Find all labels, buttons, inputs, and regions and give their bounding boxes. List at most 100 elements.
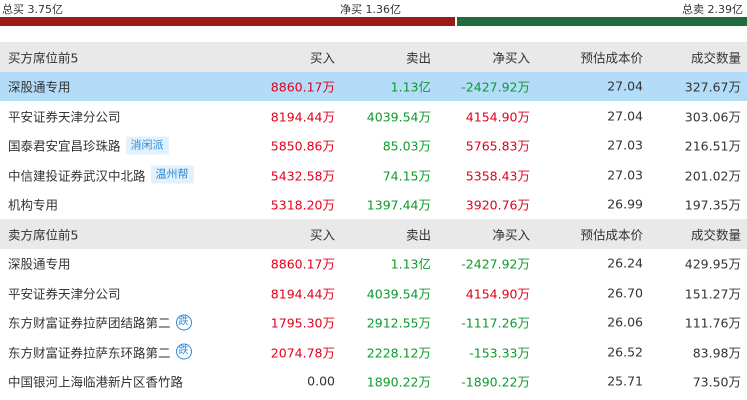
net-cell: -1117.26万 <box>461 315 530 331</box>
cost-cell: 27.04 <box>607 78 643 94</box>
buy-header-net[interactable]: 净买入 <box>492 47 530 66</box>
net-cell: -2427.92万 <box>461 79 530 95</box>
buy-cell: 2074.78万 <box>270 345 335 361</box>
vol-cell: 201.02万 <box>684 168 741 184</box>
table-row[interactable]: 中国银河上海临港新片区香竹路 0.00 1890.22万 -1890.22万 25.71… <box>0 367 747 397</box>
net-buy-label: 净买 1.36亿 <box>340 3 401 16</box>
table-row[interactable]: 机构专用 5318.20万 1397.44万 3920.76万 26.99 197.35万 <box>0 190 747 220</box>
buy-header-row: 买方席位前5 买入 卖出 净买入 预估成本价 成交数量 <box>0 42 747 72</box>
table-row[interactable]: 平安证券天津分公司 8194.44万 4039.54万 4154.90万 26.70 15… <box>0 278 747 308</box>
table-row[interactable]: 平安证券天津分公司 8194.44万 4039.54万 4154.90万 27.04 30… <box>0 101 747 131</box>
cost-cell: 27.03 <box>607 137 643 153</box>
trader-group-tag[interactable]: 消闲派 <box>125 136 169 155</box>
seat-name-cell: 平安证券天津分公司 <box>8 283 121 302</box>
sell-cell: 1.13亿 <box>390 256 431 272</box>
cost-cell: 27.04 <box>607 108 643 124</box>
cost-cell: 26.24 <box>607 255 643 271</box>
buy-cell: 5318.20万 <box>270 197 335 213</box>
sell-cell: 2912.55万 <box>366 315 431 331</box>
total-buy-label: 总买 3.75亿 <box>2 3 63 16</box>
buy-cell: 8860.17万 <box>270 256 335 272</box>
buy-ratio-bar <box>0 17 455 26</box>
seat-name[interactable]: 平安证券天津分公司 <box>8 106 121 125</box>
sell-cell: 2228.12万 <box>366 345 431 361</box>
buy-header-cost[interactable]: 预估成本价 <box>580 47 643 66</box>
seat-table: 买方席位前5 买入 卖出 净买入 预估成本价 成交数量 深股通专用 8860.17万 1.13亿… <box>0 42 747 396</box>
buy-cell: 0.00 <box>307 373 335 389</box>
sell-header-net[interactable]: 净买入 <box>492 224 530 243</box>
trader-group-tag[interactable]: 温州帮 <box>150 165 194 184</box>
sell-header-buy[interactable]: 买入 <box>310 224 335 243</box>
buy-header-sell[interactable]: 卖出 <box>406 47 431 66</box>
table-row[interactable]: 深股通专用 8860.17万 1.13亿 -2427.92万 26.24 429.95万 <box>0 249 747 279</box>
circle-badge-icon[interactable]: 跌 <box>175 343 192 360</box>
table-row[interactable]: 东方财富证券拉萨东环路第二跌 2074.78万 2228.12万 -153.33万 26… <box>0 337 747 367</box>
net-cell: -1890.22万 <box>461 374 530 390</box>
buy-cell: 8860.17万 <box>270 79 335 95</box>
vol-cell: 327.67万 <box>684 79 741 95</box>
buy-cell: 5432.58万 <box>270 168 335 184</box>
net-cell: 5765.83万 <box>465 138 530 154</box>
seat-name[interactable]: 平安证券天津分公司 <box>8 283 121 302</box>
seat-name[interactable]: 中信建投证券武汉中北路 <box>8 165 146 184</box>
total-sell-label: 总卖 2.39亿 <box>682 3 743 16</box>
seat-name[interactable]: 东方财富证券拉萨团结路第二 <box>8 313 171 332</box>
table-row[interactable]: 中信建投证券武汉中北路 温州帮 5432.58万 74.15万 5358.43万 27.0… <box>0 160 747 190</box>
vol-cell: 303.06万 <box>684 109 741 125</box>
table-row[interactable]: 深股通专用 8860.17万 1.13亿 -2427.92万 27.04 327.67万 <box>0 71 747 101</box>
seat-name-cell: 中国银河上海临港新片区香竹路 <box>8 372 183 391</box>
net-cell: 4154.90万 <box>465 286 530 302</box>
buy-header-name: 买方席位前5 <box>8 50 79 66</box>
buy-cell: 5850.86万 <box>270 138 335 154</box>
buy-header-buy[interactable]: 买入 <box>310 47 335 66</box>
seat-name[interactable]: 国泰君安宜昌珍珠路 <box>8 136 121 155</box>
seat-name-cell: 深股通专用 <box>8 77 71 96</box>
vol-cell: 151.27万 <box>684 286 741 302</box>
buy-cell: 8194.44万 <box>270 109 335 125</box>
sell-cell: 1890.22万 <box>366 374 431 390</box>
seat-name-cell: 机构专用 <box>8 195 58 214</box>
buy-cell: 8194.44万 <box>270 286 335 302</box>
seat-name-cell: 东方财富证券拉萨东环路第二跌 <box>8 342 192 361</box>
cost-cell: 26.70 <box>607 285 643 301</box>
sell-cell: 1.13亿 <box>390 79 431 95</box>
seat-name[interactable]: 东方财富证券拉萨东环路第二 <box>8 342 171 361</box>
sell-header-name: 卖方席位前5 <box>8 227 79 243</box>
sell-cell: 4039.54万 <box>366 109 431 125</box>
cost-cell: 26.52 <box>607 344 643 360</box>
net-cell: -2427.92万 <box>461 256 530 272</box>
sell-header-sell[interactable]: 卖出 <box>406 224 431 243</box>
net-cell: -153.33万 <box>469 345 530 361</box>
sell-cell: 74.15万 <box>382 168 431 184</box>
seat-name-cell: 东方财富证券拉萨团结路第二跌 <box>8 313 192 332</box>
seat-name-cell: 深股通专用 <box>8 254 71 273</box>
seat-name-cell: 平安证券天津分公司 <box>8 106 121 125</box>
sell-header-cost[interactable]: 预估成本价 <box>580 224 643 243</box>
cost-cell: 25.71 <box>607 373 643 389</box>
cost-cell: 26.06 <box>607 314 643 330</box>
table-row[interactable]: 东方财富证券拉萨团结路第二跌 1795.30万 2912.55万 -1117.26万 2… <box>0 308 747 338</box>
sell-header-vol[interactable]: 成交数量 <box>691 224 741 243</box>
buy-cell: 1795.30万 <box>270 315 335 331</box>
summary-bar: 总买 3.75亿 净买 1.36亿 总卖 2.39亿 <box>0 0 747 28</box>
cost-cell: 26.99 <box>607 196 643 212</box>
net-cell: 4154.90万 <box>465 109 530 125</box>
sell-ratio-bar <box>457 17 747 26</box>
seat-name[interactable]: 机构专用 <box>8 195 58 214</box>
net-cell: 3920.76万 <box>465 197 530 213</box>
circle-badge-icon[interactable]: 跌 <box>175 314 192 331</box>
vol-cell: 73.50万 <box>692 374 741 390</box>
table-row[interactable]: 国泰君安宜昌珍珠路 消闲派 5850.86万 85.03万 5765.83万 27.03 2… <box>0 131 747 161</box>
vol-cell: 429.95万 <box>684 256 741 272</box>
cost-cell: 27.03 <box>607 167 643 183</box>
vol-cell: 216.51万 <box>684 138 741 154</box>
seat-name-cell: 中信建投证券武汉中北路 温州帮 <box>8 165 194 184</box>
vol-cell: 197.35万 <box>684 197 741 213</box>
buy-header-vol[interactable]: 成交数量 <box>691 47 741 66</box>
net-cell: 5358.43万 <box>465 168 530 184</box>
vol-cell: 111.76万 <box>684 315 741 331</box>
seat-name[interactable]: 中国银河上海临港新片区香竹路 <box>8 372 183 391</box>
seat-name[interactable]: 深股通专用 <box>8 77 71 96</box>
sell-cell: 1397.44万 <box>366 197 431 213</box>
seat-name[interactable]: 深股通专用 <box>8 254 71 273</box>
